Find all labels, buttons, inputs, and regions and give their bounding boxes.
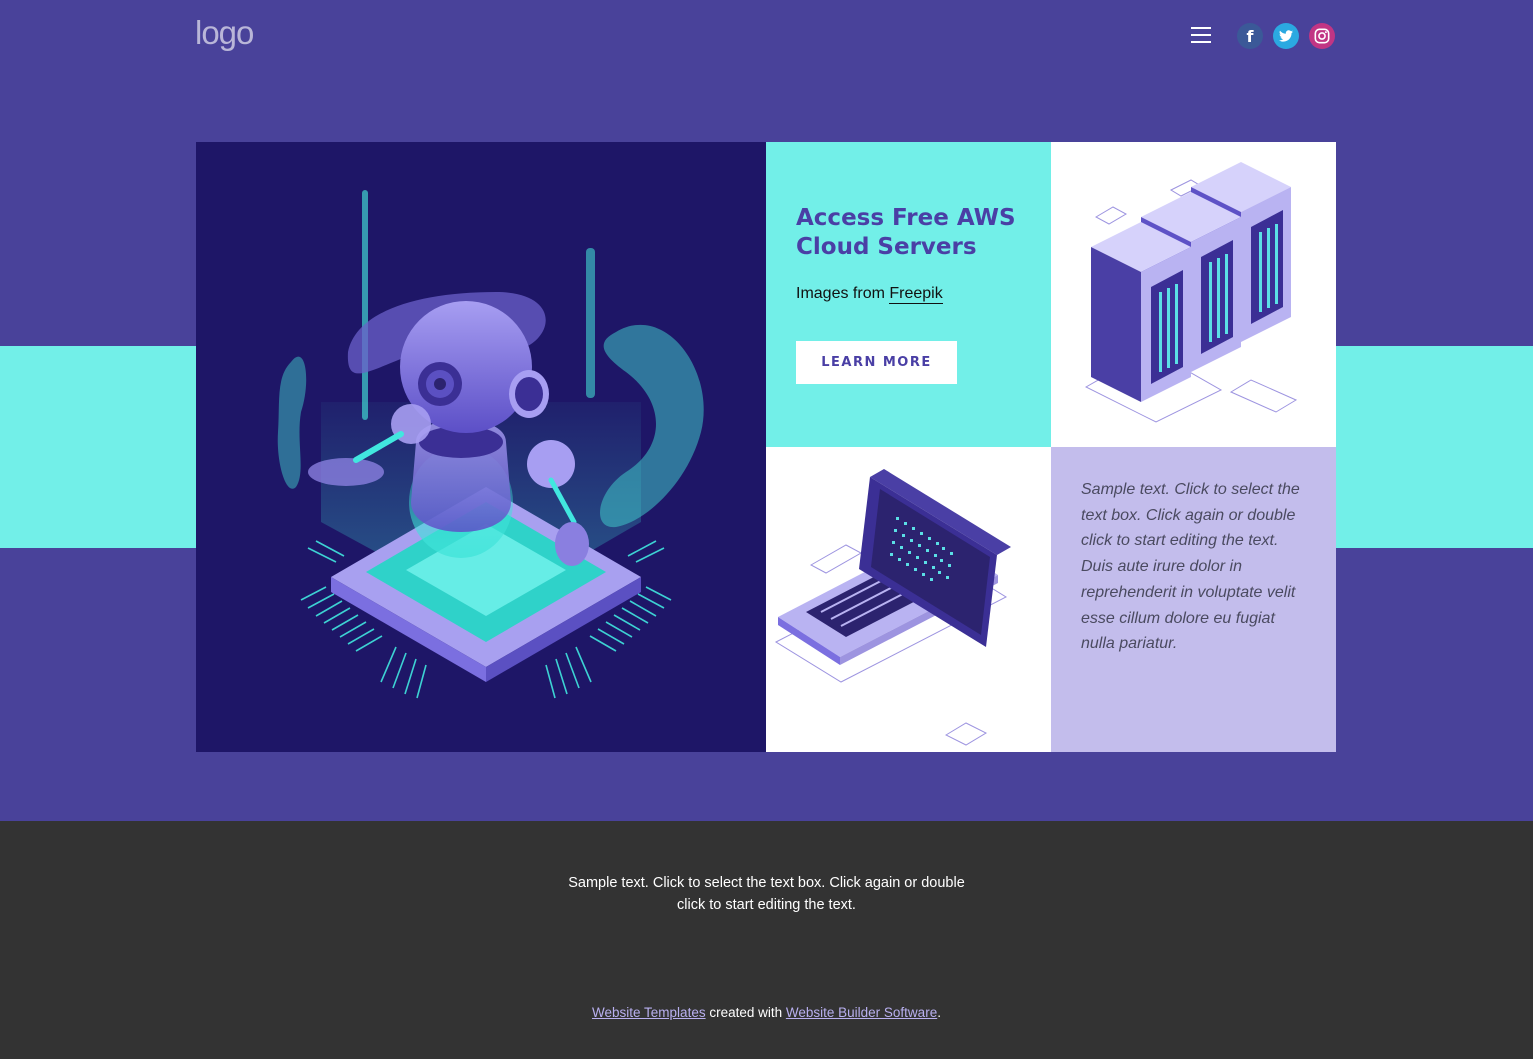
images-credit-prefix: Images from <box>796 285 890 302</box>
facebook-icon[interactable]: f <box>1237 23 1263 49</box>
learn-more-button[interactable]: LEARN MORE <box>796 341 957 384</box>
twitter-icon[interactable] <box>1273 23 1299 49</box>
site-footer: Sample text. Click to select the text bo… <box>0 821 1533 1059</box>
sample-text-panel: Sample text. Click to select the text bo… <box>1051 447 1336 752</box>
robot-illustration <box>196 142 766 752</box>
laptop-illustration <box>766 447 1051 752</box>
website-builder-link[interactable]: Website Builder Software <box>786 1005 937 1020</box>
hamburger-menu-icon[interactable] <box>1191 27 1211 44</box>
hero-grid: Access Free AWS Cloud Servers Images fro… <box>196 142 1336 752</box>
server-illustration <box>1051 142 1336 447</box>
footer-credit: Website Templates created with Website B… <box>0 1005 1533 1020</box>
images-credit: Images from Freepik <box>796 285 943 304</box>
instagram-icon[interactable] <box>1309 23 1335 49</box>
credit-end-text: . <box>937 1005 941 1020</box>
freepik-link[interactable]: Freepik <box>889 285 943 304</box>
logo[interactable]: logo <box>195 14 254 52</box>
sample-text[interactable]: Sample text. Click to select the text bo… <box>1081 477 1313 657</box>
credit-middle-text: created with <box>705 1005 786 1020</box>
hero-title: Access Free AWS Cloud Servers <box>796 205 1016 260</box>
cta-panel: Access Free AWS Cloud Servers Images fro… <box>766 142 1051 447</box>
site-header: logo f <box>0 0 1533 80</box>
website-templates-link[interactable]: Website Templates <box>592 1005 706 1020</box>
footer-text[interactable]: Sample text. Click to select the text bo… <box>560 872 973 916</box>
